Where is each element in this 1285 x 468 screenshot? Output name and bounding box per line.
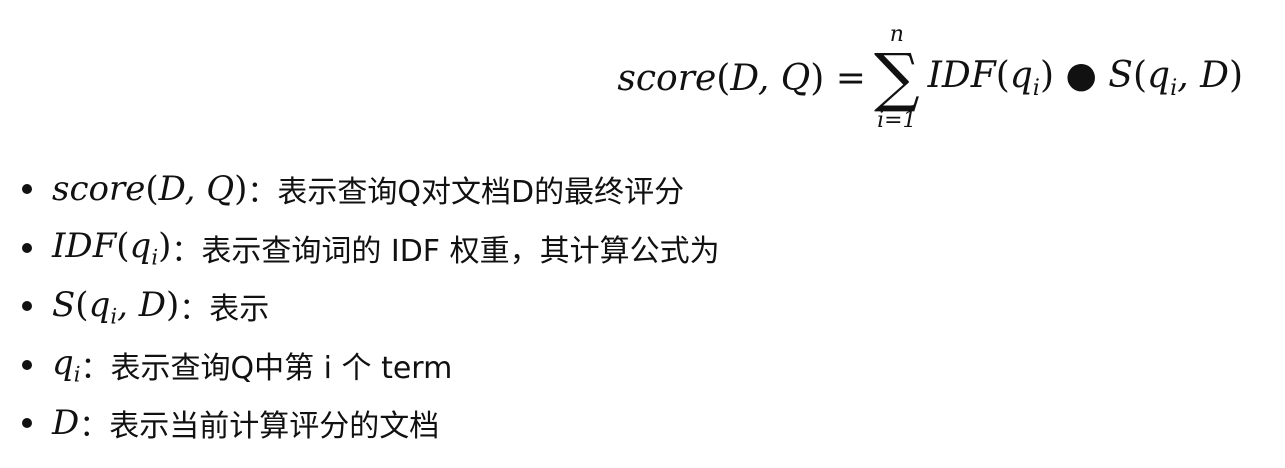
term-idf: IDF(qi) — [52, 226, 172, 270]
bullet-icon — [22, 418, 32, 429]
list-item: IDF(qi) ：表示查询词的 IDF 权重，其计算公式为 — [22, 219, 720, 278]
list-item: score(D, Q) ：表示查询Q对文档D的最终评分 — [22, 160, 720, 219]
definition-text: ：表示查询Q中第 i 个 term — [80, 350, 453, 386]
sigma-icon: ∑ — [873, 40, 920, 115]
term-qi: qi — [52, 343, 81, 387]
term-s: S(qi, D) — [52, 284, 180, 328]
bullet-icon — [22, 359, 32, 370]
summation: n ∑ i=1 — [873, 23, 920, 134]
definition-list: score(D, Q) ：表示查询Q对文档D的最终评分 IDF(qi) ：表示查… — [22, 160, 720, 453]
definition-text: ：表示查询Q对文档D的最终评分 — [247, 175, 685, 211]
sum-lower-limit: i=1 — [877, 108, 917, 134]
bm25-formula: score(D, Q) = n ∑ i=1 IDF(qi) ● S(qi, D) — [617, 18, 1243, 138]
list-item: qi ：表示查询Q中第 i 个 term — [22, 336, 720, 395]
list-item: S(qi, D) ：表示 — [22, 277, 720, 336]
definition-text: ：表示 — [179, 292, 270, 328]
formula-rhs: IDF(qi) ● S(qi, D) — [927, 55, 1243, 101]
term-d: D — [52, 403, 80, 444]
list-item: D ：表示当前计算评分的文档 — [22, 394, 720, 453]
definition-text: ：表示查询词的 IDF 权重，其计算公式为 — [171, 233, 720, 269]
term-score: score(D, Q) — [52, 169, 248, 210]
bullet-icon — [22, 184, 32, 195]
bullet-icon — [22, 301, 32, 312]
definition-text: ：表示当前计算评分的文档 — [79, 409, 440, 445]
formula-lhs: score(D, Q) = — [617, 57, 866, 99]
bullet-icon — [22, 242, 32, 253]
